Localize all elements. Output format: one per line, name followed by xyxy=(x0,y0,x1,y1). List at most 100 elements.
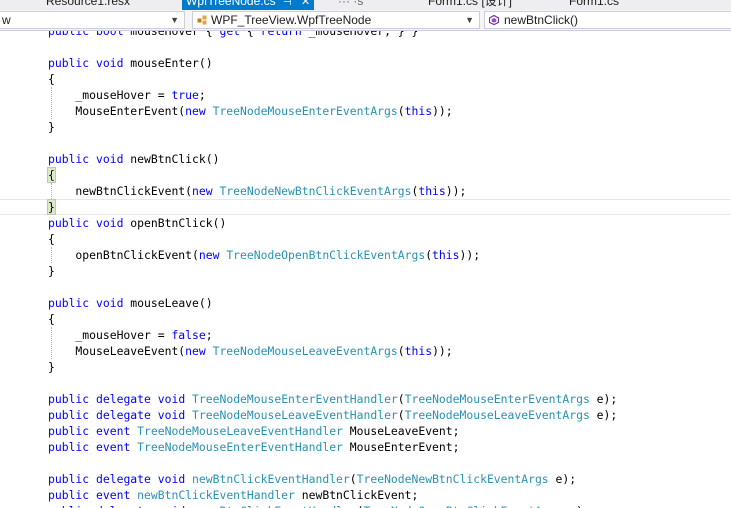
code-token: mouseLeave() xyxy=(123,296,213,310)
pin-icon[interactable]: ⊣ xyxy=(283,0,292,8)
type-token: newBtnClickEventHandler xyxy=(137,488,295,502)
keyword-token: void xyxy=(158,504,185,508)
tab-form1-designer[interactable]: Form1.cs [设计] xyxy=(428,0,512,10)
code-line[interactable]: { xyxy=(48,71,55,87)
code-line[interactable]: } xyxy=(48,119,55,135)
keyword-token: get xyxy=(219,31,241,38)
code-line[interactable]: public void mouseEnter() xyxy=(48,55,213,71)
keyword-token: new xyxy=(185,104,206,118)
code-line[interactable]: _mouseHover = false; xyxy=(48,327,213,343)
keyword-token: this xyxy=(404,104,433,118)
code-line[interactable]: } xyxy=(48,359,55,375)
keyword-token: public xyxy=(48,216,90,230)
type-token: TreeNodeOpenBtnClickEventArgs xyxy=(226,248,426,262)
code-line[interactable]: public void newBtnClick() xyxy=(48,151,219,167)
code-line[interactable]: public event newBtnClickEventHandler new… xyxy=(48,487,418,503)
type-token: openBtnClickEventHandler xyxy=(192,504,357,508)
keyword-token: void xyxy=(157,392,186,406)
member-dropdown[interactable]: newBtnClick() xyxy=(484,11,731,29)
code-line[interactable]: MouseLeaveEvent(new TreeNodeMouseLeaveEv… xyxy=(48,343,453,359)
type-token: TreeNodeMouseEnterEventArgs xyxy=(212,104,398,118)
type-token: newBtnClickEventHandler xyxy=(192,472,350,486)
code-line[interactable]: public event TreeNodeMouseEnterEventHand… xyxy=(48,439,460,455)
code-line[interactable]: public void openBtnClick() xyxy=(48,215,226,231)
code-token: )); xyxy=(459,248,481,262)
code-line[interactable]: public bool mouseHover { get { return _m… xyxy=(48,31,418,39)
code-token: e); xyxy=(562,504,590,508)
code-line[interactable]: newBtnClickEvent(new TreeNodeNewBtnClick… xyxy=(48,183,466,199)
code-token: ; xyxy=(205,328,213,342)
code-line[interactable]: _mouseHover = true; xyxy=(48,87,205,103)
code-line[interactable]: { xyxy=(48,231,55,247)
keyword-token: public xyxy=(48,296,90,310)
matched-brace: { xyxy=(47,167,56,183)
code-token: { xyxy=(48,72,55,86)
code-token: } xyxy=(48,264,55,278)
close-icon[interactable]: ✕ xyxy=(301,0,310,8)
code-token: openBtnClick() xyxy=(123,216,227,230)
code-token: newBtnClickEvent; xyxy=(294,488,419,502)
keyword-token: public xyxy=(48,408,90,422)
keyword-token: public xyxy=(48,488,90,502)
code-token: _mouseHover; } } xyxy=(301,31,419,38)
code-line[interactable]: MouseEnterEvent(new TreeNodeMouseEnterEv… xyxy=(48,103,453,119)
code-token: { xyxy=(240,31,261,38)
code-line[interactable]: public void mouseLeave() xyxy=(48,295,213,311)
code-token: _mouseHover = xyxy=(48,88,172,102)
tab-form1-cs[interactable]: Form1.cs xyxy=(569,0,619,10)
tab-label: WpfTreeNode.cs xyxy=(186,0,276,8)
keyword-token: public xyxy=(48,472,90,486)
code-line[interactable]: } xyxy=(47,199,56,215)
code-line[interactable]: openBtnClickEvent(new TreeNodeOpenBtnCli… xyxy=(48,247,480,263)
code-line[interactable]: public delegate void openBtnClickEventHa… xyxy=(48,503,590,508)
code-token: ( xyxy=(397,408,405,422)
type-dropdown[interactable]: WPF_TreeView.WpfTreeNode ▼ xyxy=(192,11,480,29)
class-icon xyxy=(197,15,207,25)
keyword-token: public xyxy=(48,56,90,70)
code-line[interactable]: } xyxy=(48,263,55,279)
keyword-token: this xyxy=(418,184,446,198)
type-token: TreeNodeMouseEnterEventHandler xyxy=(137,440,343,454)
code-token: mouseHover { xyxy=(123,31,220,38)
matched-brace: } xyxy=(47,199,56,215)
code-line[interactable]: public delegate void newBtnClickEventHan… xyxy=(48,471,576,487)
code-token: )); xyxy=(432,344,453,358)
keyword-token: public xyxy=(48,440,90,454)
tab-resource1-resx[interactable]: Resource1.resx xyxy=(46,0,130,10)
member-dropdown-value: newBtnClick() xyxy=(504,13,579,27)
code-token: e); xyxy=(548,472,577,486)
keyword-token: bool xyxy=(96,31,124,38)
code-line[interactable]: { xyxy=(47,167,56,183)
keyword-token: this xyxy=(404,344,433,358)
keyword-token: event xyxy=(96,424,131,438)
method-icon xyxy=(489,15,499,25)
code-line[interactable]: public delegate void TreeNodeMouseEnterE… xyxy=(48,391,617,407)
project-dropdown-value: w xyxy=(2,13,11,27)
code-token: { xyxy=(48,232,55,246)
code-token: ( xyxy=(397,104,405,118)
code-line[interactable]: public delegate void TreeNodeMouseLeaveE… xyxy=(48,407,617,423)
code-editor[interactable]: public bool mouseHover { get { return _m… xyxy=(0,31,731,508)
code-line[interactable]: { xyxy=(48,311,55,327)
keyword-token: true xyxy=(171,88,199,102)
code-token: ( xyxy=(397,344,405,358)
type-token: TreeNodeMouseEnterEventHandler xyxy=(192,392,398,406)
code-token: )); xyxy=(432,104,453,118)
project-dropdown[interactable]: w ▼ xyxy=(0,11,185,29)
tab-hidden[interactable]: ··· ·s xyxy=(338,0,363,10)
code-token: e); xyxy=(589,408,618,422)
tab-wpftreenode-cs[interactable]: WpfTreeNode.cs ⊣ ✕ xyxy=(182,0,315,10)
code-line[interactable]: public event TreeNodeMouseLeaveEventHand… xyxy=(48,423,460,439)
keyword-token: delegate xyxy=(96,408,151,422)
